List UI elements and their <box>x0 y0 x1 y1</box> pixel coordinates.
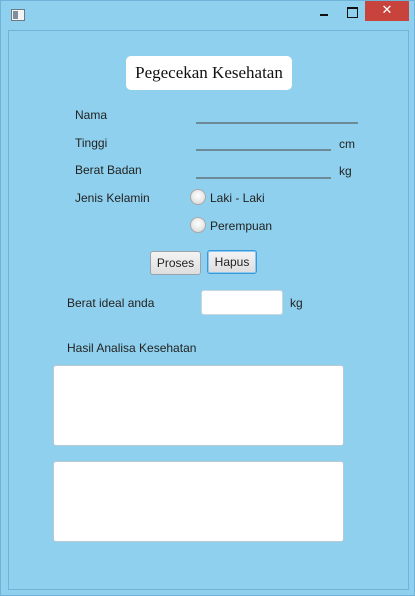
title-bar[interactable]: ✕ <box>1 1 415 29</box>
app-window: ✕ Pegecekan Kesehatan Nama Tinggi cm Ber… <box>0 0 415 596</box>
gender-label: Jenis Kelamin <box>75 191 150 205</box>
berat-label: Berat Badan <box>75 163 142 177</box>
nama-label: Nama <box>75 108 108 122</box>
nama-field[interactable] <box>196 106 358 124</box>
close-icon[interactable]: ✕ <box>365 1 409 21</box>
tinggi-unit: cm <box>339 137 355 151</box>
tinggi-field[interactable] <box>196 133 331 151</box>
page-title: Pegecekan Kesehatan <box>126 56 292 90</box>
radio-perempuan[interactable] <box>190 217 206 233</box>
analysis-textarea-2[interactable] <box>53 461 344 542</box>
app-icon <box>11 9 25 21</box>
radio-laki-laki-label[interactable]: Laki - Laki <box>210 191 265 205</box>
berat-unit: kg <box>339 164 352 178</box>
radio-perempuan-label[interactable]: Perempuan <box>210 219 272 233</box>
hapus-button[interactable]: Hapus <box>207 250 257 274</box>
analysis-label: Hasil Analisa Kesehatan <box>67 341 197 355</box>
ideal-weight-label: Berat ideal anda <box>67 296 155 310</box>
minimize-icon[interactable] <box>311 1 337 23</box>
radio-laki-laki[interactable] <box>190 189 206 205</box>
ideal-weight-field[interactable] <box>201 290 283 315</box>
maximize-icon[interactable] <box>339 1 365 23</box>
ideal-weight-unit: kg <box>290 296 303 310</box>
proses-button[interactable]: Proses <box>150 251 201 275</box>
tinggi-label: Tinggi <box>75 136 108 150</box>
berat-field[interactable] <box>196 161 331 179</box>
analysis-textarea-1[interactable] <box>53 365 344 446</box>
